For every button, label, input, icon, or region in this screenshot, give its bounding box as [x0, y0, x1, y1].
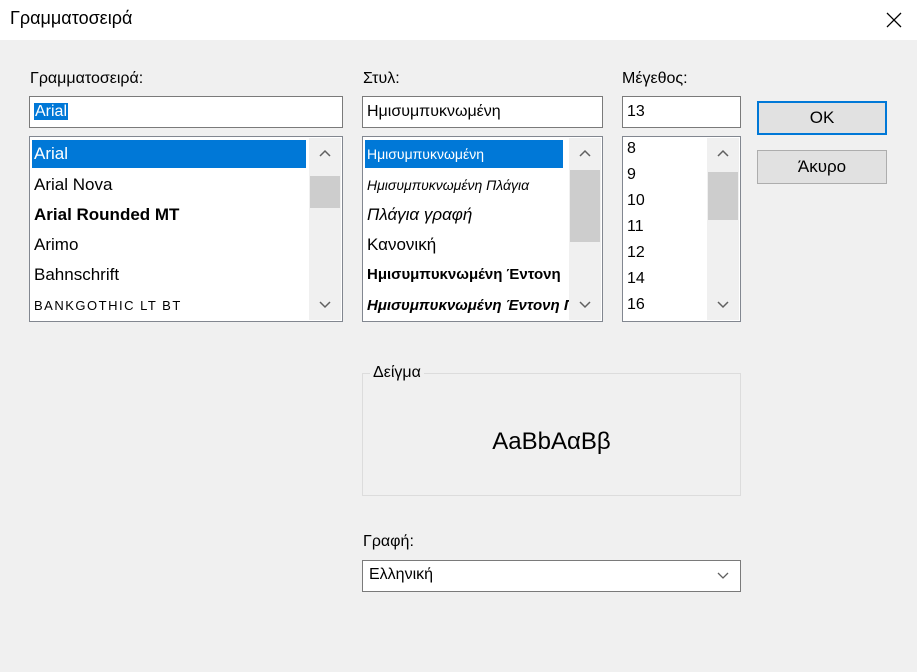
- size-list-item[interactable]: 12: [625, 242, 695, 264]
- style-input-value: Ημισυμπυκνωμένη: [367, 103, 501, 120]
- scroll-down-button[interactable]: [707, 290, 739, 320]
- style-list-item[interactable]: Κανονική: [365, 231, 563, 259]
- scroll-thumb[interactable]: [708, 172, 738, 220]
- font-list-item[interactable]: Arial Rounded MT: [32, 201, 306, 229]
- font-list-item[interactable]: Bahnschrift: [32, 261, 306, 289]
- size-input-value: 13: [627, 103, 645, 120]
- style-list-item[interactable]: Πλάγια γραφή: [365, 201, 563, 229]
- chevron-up-icon: [579, 149, 591, 157]
- chevron-down-icon: [319, 301, 331, 309]
- size-list-item[interactable]: 16: [625, 294, 695, 316]
- font-input[interactable]: Arial: [29, 96, 343, 128]
- style-list-item[interactable]: Ημισυμπυκνωμένη Έντονη: [365, 261, 570, 289]
- style-list-item[interactable]: Ημισυμπυκνωμένη Πλάγια: [365, 171, 563, 199]
- font-list-item[interactable]: BANKGOTHIC LT BT: [32, 292, 306, 320]
- font-input-value: Arial: [34, 103, 69, 120]
- chevron-down-icon: [717, 301, 729, 309]
- size-label: Μέγεθος:: [622, 70, 688, 87]
- size-input[interactable]: 13: [622, 96, 741, 128]
- font-list-item[interactable]: Arimo: [32, 231, 306, 259]
- scroll-thumb[interactable]: [570, 170, 600, 242]
- size-list-item[interactable]: 9: [625, 164, 695, 186]
- style-input[interactable]: Ημισυμπυκνωμένη: [362, 96, 603, 128]
- script-dropdown-button[interactable]: [710, 561, 736, 591]
- script-select[interactable]: Ελληνική: [362, 560, 741, 592]
- script-select-value: Ελληνική: [369, 566, 434, 583]
- chevron-down-icon: [579, 301, 591, 309]
- style-list[interactable]: Ημισυμπυκνωμένη Ημισυμπυκνωμένη Πλάγια Π…: [362, 136, 603, 322]
- cancel-button[interactable]: Άκυρο: [757, 150, 887, 184]
- title-bar: Γραμματοσειρά: [0, 0, 917, 40]
- chevron-down-icon: [717, 572, 729, 579]
- script-label: Γραφή:: [363, 533, 414, 550]
- size-list-item[interactable]: 8: [625, 138, 695, 160]
- chevron-up-icon: [319, 149, 331, 157]
- style-list-item[interactable]: Ημισυμπυκνωμένη: [365, 140, 563, 168]
- scroll-down-button[interactable]: [309, 290, 341, 320]
- close-icon: [886, 12, 902, 28]
- font-list-item[interactable]: Arial: [32, 140, 306, 168]
- size-list-item[interactable]: 11: [625, 216, 695, 238]
- size-list-scrollbar[interactable]: [707, 138, 739, 320]
- chevron-up-icon: [717, 149, 729, 157]
- ok-button[interactable]: OK: [757, 101, 887, 135]
- font-list-item[interactable]: Arial Nova: [32, 171, 306, 199]
- style-list-scrollbar[interactable]: [569, 138, 601, 320]
- font-list-scrollbar[interactable]: [309, 138, 341, 320]
- size-list-item[interactable]: 14: [625, 268, 695, 290]
- font-label: Γραμματοσειρά:: [30, 70, 144, 87]
- sample-text: AaBbΑαΒβ: [492, 428, 611, 455]
- style-list-item[interactable]: Ημισυμπυκνωμένη Έντονη Πλάγια: [365, 292, 570, 320]
- scroll-up-button[interactable]: [707, 138, 739, 168]
- scroll-up-button[interactable]: [309, 138, 341, 168]
- scroll-up-button[interactable]: [569, 138, 601, 168]
- scroll-thumb[interactable]: [310, 176, 340, 208]
- font-list[interactable]: Arial Arial Nova Arial Rounded MT Arimo …: [29, 136, 343, 322]
- size-list-item[interactable]: 10: [625, 190, 695, 212]
- sample-legend: Δείγμα: [370, 364, 424, 382]
- scroll-down-button[interactable]: [569, 290, 601, 320]
- close-button[interactable]: [871, 0, 917, 40]
- dialog-title: Γραμματοσειρά: [10, 8, 133, 28]
- size-list[interactable]: 8 9 10 11 12 14 16: [622, 136, 741, 322]
- style-label: Στυλ:: [363, 70, 400, 87]
